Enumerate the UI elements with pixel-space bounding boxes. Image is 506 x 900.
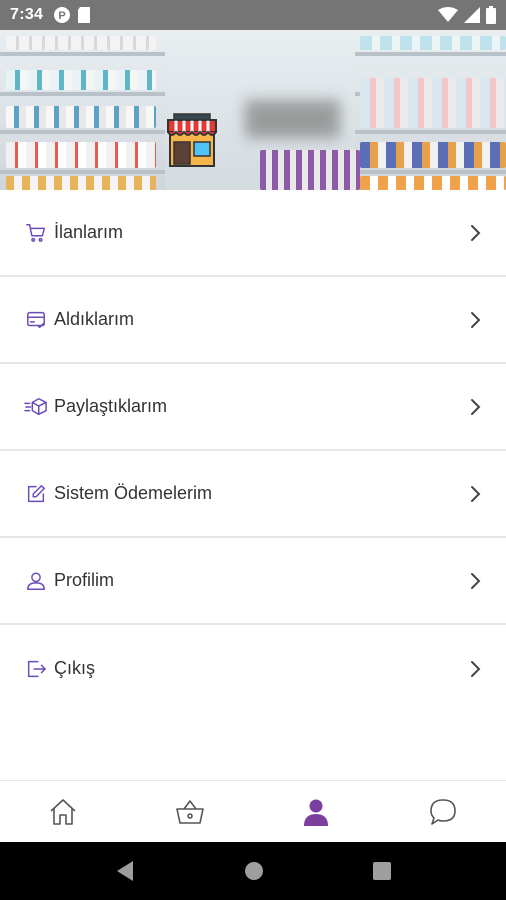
home-circle-icon[interactable]	[244, 861, 264, 881]
tab-chat[interactable]	[380, 781, 506, 842]
chevron-right-icon	[471, 311, 481, 328]
shared-box-icon	[24, 395, 48, 419]
status-bar: 7:34 P	[0, 0, 506, 30]
tab-home[interactable]	[0, 781, 127, 842]
menu-item-system-payments[interactable]: Sistem Ödemelerim	[0, 451, 506, 538]
bottom-tab-bar	[0, 780, 506, 842]
blurred-store-name	[245, 100, 340, 138]
chevron-right-icon	[471, 572, 481, 589]
profile-icon	[304, 799, 329, 826]
menu-item-shared[interactable]: Paylaştıklarım	[0, 364, 506, 451]
menu-item-label: Sistem Ödemelerim	[54, 483, 213, 503]
account-menu: İlanlarım Aldıklarım Paylaştıklarım Sist…	[0, 190, 506, 712]
home-icon	[50, 798, 76, 825]
menu-item-label: Çıkış	[54, 658, 96, 678]
chevron-right-icon	[471, 485, 481, 502]
menu-item-profile[interactable]: Profilim	[0, 538, 506, 625]
menu-item-label: Profilim	[54, 570, 115, 590]
signal-icon	[464, 7, 480, 23]
menu-item-label: Paylaştıklarım	[54, 396, 168, 416]
back-icon[interactable]	[115, 860, 135, 882]
chevron-right-icon	[471, 660, 481, 677]
sd-card-icon	[78, 7, 91, 23]
logout-icon	[24, 657, 48, 681]
battery-icon	[486, 6, 496, 24]
status-time: 7:34	[10, 6, 44, 23]
menu-item-label: Aldıklarım	[54, 309, 135, 329]
wifi-icon	[438, 7, 458, 22]
chevron-right-icon	[471, 224, 481, 241]
basket-icon	[175, 799, 204, 824]
menu-item-label: İlanlarım	[54, 222, 124, 242]
tab-basket[interactable]	[127, 781, 254, 842]
chat-icon	[429, 798, 456, 825]
system-nav-bar	[0, 842, 506, 900]
menu-item-listings[interactable]: İlanlarım	[0, 190, 506, 277]
cart-icon	[24, 221, 48, 245]
user-icon	[24, 569, 48, 593]
menu-item-purchases[interactable]: Aldıklarım	[0, 277, 506, 364]
tab-profile[interactable]	[253, 781, 380, 842]
app-notification-icon: P	[54, 7, 71, 23]
purchase-icon	[24, 308, 48, 332]
edit-icon	[24, 482, 48, 506]
chevron-right-icon	[471, 398, 481, 415]
recents-icon[interactable]	[373, 862, 392, 880]
store-icon	[167, 113, 217, 167]
svg-text:P: P	[59, 10, 66, 22]
menu-item-logout[interactable]: Çıkış	[0, 625, 506, 712]
pharmacy-banner	[0, 30, 506, 190]
